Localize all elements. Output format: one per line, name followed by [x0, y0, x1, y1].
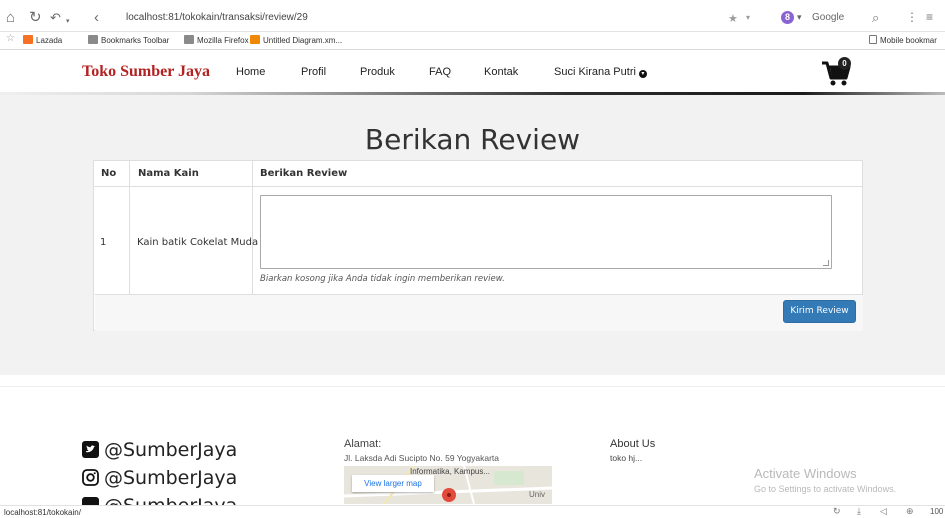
facebook-icon	[82, 497, 99, 505]
chevron-down-icon[interactable]: ▾	[797, 12, 802, 23]
status-url: localhost:81/tokokain/	[4, 508, 81, 517]
social-twitter-handle: @SumberJaya	[104, 439, 238, 461]
folder-icon	[184, 35, 194, 44]
address-label: Alamat:	[344, 438, 382, 450]
download-icon[interactable]: ⤓	[857, 506, 861, 517]
lazada-icon	[23, 35, 33, 44]
social-facebook-handle: @SumberJaya	[104, 495, 237, 505]
search-icon[interactable]: ⌕	[872, 10, 879, 26]
address-bar[interactable]: localhost:81/tokokain/transaksi/review/2…	[126, 12, 308, 23]
cell-no: 1	[100, 237, 107, 248]
section-divider	[0, 386, 945, 387]
table-header-row: No Nama Kain Berikan Review	[94, 161, 862, 187]
bookmark-firefox[interactable]: Mozilla Firefox	[184, 35, 249, 45]
about-us-label: About Us	[610, 438, 656, 450]
status-bar	[0, 505, 945, 518]
column-divider	[252, 161, 253, 294]
chevron-down-icon[interactable]: ▾	[66, 14, 70, 29]
volume-icon[interactable]: ◁	[880, 506, 887, 517]
user-name: Suci Kirana Putri	[554, 66, 636, 78]
nav-faq[interactable]: FAQ	[429, 66, 451, 78]
activate-windows-subtitle: Go to Settings to activate Windows.	[754, 484, 897, 494]
table-footer	[95, 294, 863, 331]
resize-handle[interactable]	[823, 260, 829, 266]
review-help-text: Biarkan kosong jika Anda tidak ingin mem…	[260, 274, 505, 284]
menu-icon[interactable]: ≡	[926, 10, 933, 24]
bookmark-lazada[interactable]: Lazada	[23, 35, 62, 45]
social-twitter[interactable]: @SumberJaya	[82, 439, 237, 461]
social-instagram[interactable]: @SumberJaya	[82, 467, 237, 489]
cart-count-badge: 0	[838, 57, 851, 70]
back-icon[interactable]: ‹	[94, 10, 99, 25]
about-us-text: toko hj...	[610, 453, 643, 463]
map-label: Univ	[529, 490, 546, 499]
cell-nama-kain: Kain batik Cokelat Muda	[137, 237, 259, 248]
view-larger-map-button[interactable]: View larger map	[352, 475, 434, 492]
bookmark-diagram[interactable]: Untitled Diagram.xm...	[250, 35, 342, 45]
activate-windows-title: Activate Windows	[754, 466, 857, 481]
review-textarea[interactable]	[260, 195, 832, 269]
address-value: Jl. Laksda Adi Sucipto No. 59 Yogyakarta	[344, 453, 499, 463]
home-icon[interactable]: ⌂	[6, 10, 15, 25]
social-facebook[interactable]: @SumberJaya	[82, 495, 237, 505]
refresh-icon[interactable]: ↻	[833, 506, 841, 517]
search-engine-name[interactable]: Google	[812, 12, 844, 23]
zoom-icon[interactable]: ⊕	[906, 506, 914, 517]
browser-toolbar: ⌂ ↻ ↶ ▾ ‹ localhost:81/tokokain/transaks…	[0, 0, 945, 32]
nav-kontak[interactable]: Kontak	[484, 66, 518, 78]
chevron-down-icon: ▾	[638, 70, 647, 78]
page-title: Berikan Review	[364, 123, 581, 156]
diagram-icon	[250, 35, 260, 44]
bookmark-star-icon[interactable]: ☆	[6, 33, 15, 44]
nav-user-menu[interactable]: Suci Kirana Putri ▾	[554, 66, 647, 78]
brand-logo[interactable]: Toko Sumber Jaya	[82, 63, 210, 81]
folder-icon	[869, 35, 877, 44]
header-nama-kain: Nama Kain	[138, 168, 199, 179]
undo-icon[interactable]: ↶	[50, 10, 61, 25]
instagram-icon	[82, 469, 99, 486]
header-berikan-review: Berikan Review	[260, 168, 348, 179]
bookmarks-bar: ☆ Lazada Bookmarks Toolbar Mozilla Firef…	[0, 32, 945, 50]
search-engine-icon[interactable]: 8	[781, 11, 794, 24]
nav-home[interactable]: Home	[236, 66, 265, 78]
nav-profil[interactable]: Profil	[301, 66, 326, 78]
submit-review-button[interactable]: Kirim Review	[783, 300, 856, 323]
twitter-icon	[82, 441, 99, 458]
column-divider	[129, 161, 130, 294]
more-icon[interactable]: ⋮	[906, 10, 918, 24]
social-instagram-handle: @SumberJaya	[104, 467, 238, 489]
zoom-level[interactable]: 100	[930, 507, 943, 516]
folder-icon	[88, 35, 98, 44]
chevron-down-icon[interactable]: ▾	[746, 13, 750, 22]
reload-icon[interactable]: ↻	[29, 10, 42, 25]
header-no: No	[101, 168, 117, 179]
bookmark-toolbar[interactable]: Bookmarks Toolbar	[88, 35, 169, 45]
star-icon[interactable]: ★	[728, 12, 738, 25]
map-pin-center	[447, 493, 451, 497]
bookmark-mobile[interactable]: Mobile bookmar	[869, 35, 937, 45]
nav-produk[interactable]: Produk	[360, 66, 395, 78]
